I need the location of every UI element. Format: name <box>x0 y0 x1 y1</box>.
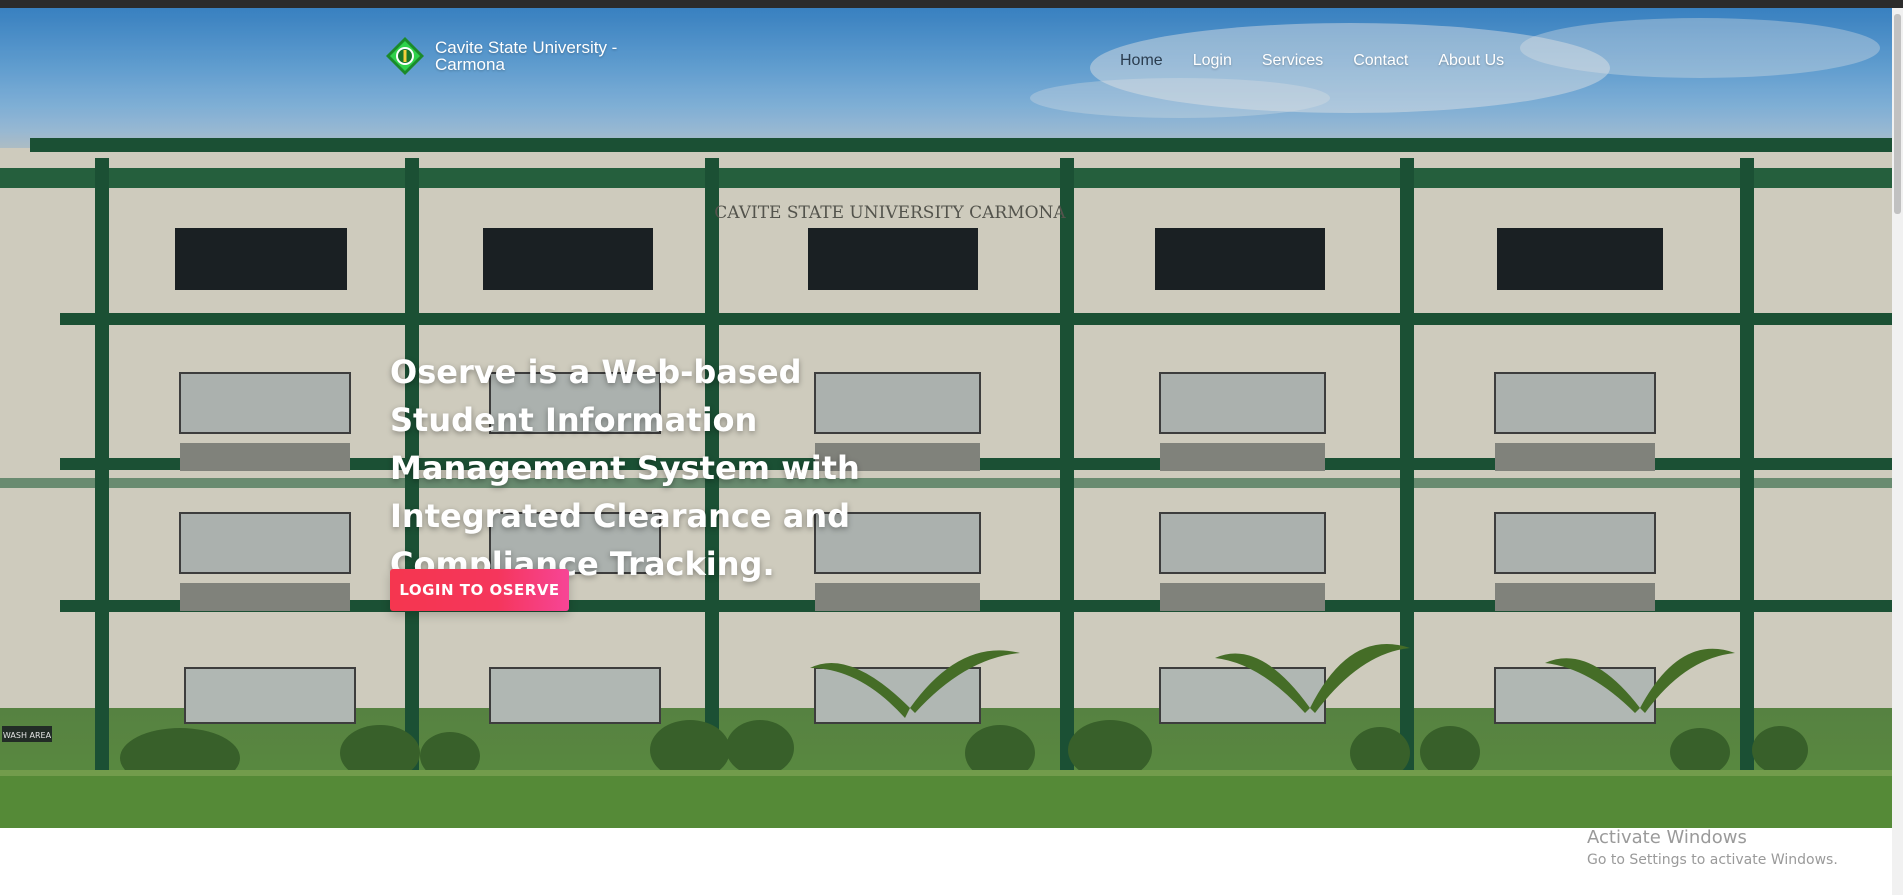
activation-subtitle: Go to Settings to activate Windows. <box>1587 852 1838 868</box>
nav-home[interactable]: Home <box>1120 52 1163 70</box>
login-to-oserve-button[interactable]: LOGIN TO OSERVE <box>390 569 569 611</box>
brand-name: Cavite State University - Carmona <box>435 38 618 74</box>
nav-services[interactable]: Services <box>1262 52 1323 70</box>
top-navbar: Cavite State University - Carmona Home L… <box>0 8 1892 98</box>
nav-contact[interactable]: Contact <box>1353 52 1408 70</box>
hero-headline: Oserve is a Web-based Student Informatio… <box>390 353 860 583</box>
page-scrollbar[interactable] <box>1892 8 1903 895</box>
nav-about-us[interactable]: About Us <box>1438 52 1504 70</box>
nav-login[interactable]: Login <box>1193 52 1232 70</box>
hero-section: CAVITE STATE UNIVERSITY CARMONA WASH ARE… <box>0 8 1892 828</box>
brand-link[interactable]: Cavite State University - Carmona <box>385 36 635 76</box>
scrollbar-thumb[interactable] <box>1894 14 1901 214</box>
windows-activation-watermark: Activate Windows Go to Settings to activ… <box>1587 827 1838 871</box>
university-seal-icon <box>386 37 424 75</box>
main-nav: Home Login Services Contact About Us <box>1120 52 1504 70</box>
activation-title: Activate Windows <box>1587 827 1747 848</box>
window-top-bar <box>0 0 1903 8</box>
